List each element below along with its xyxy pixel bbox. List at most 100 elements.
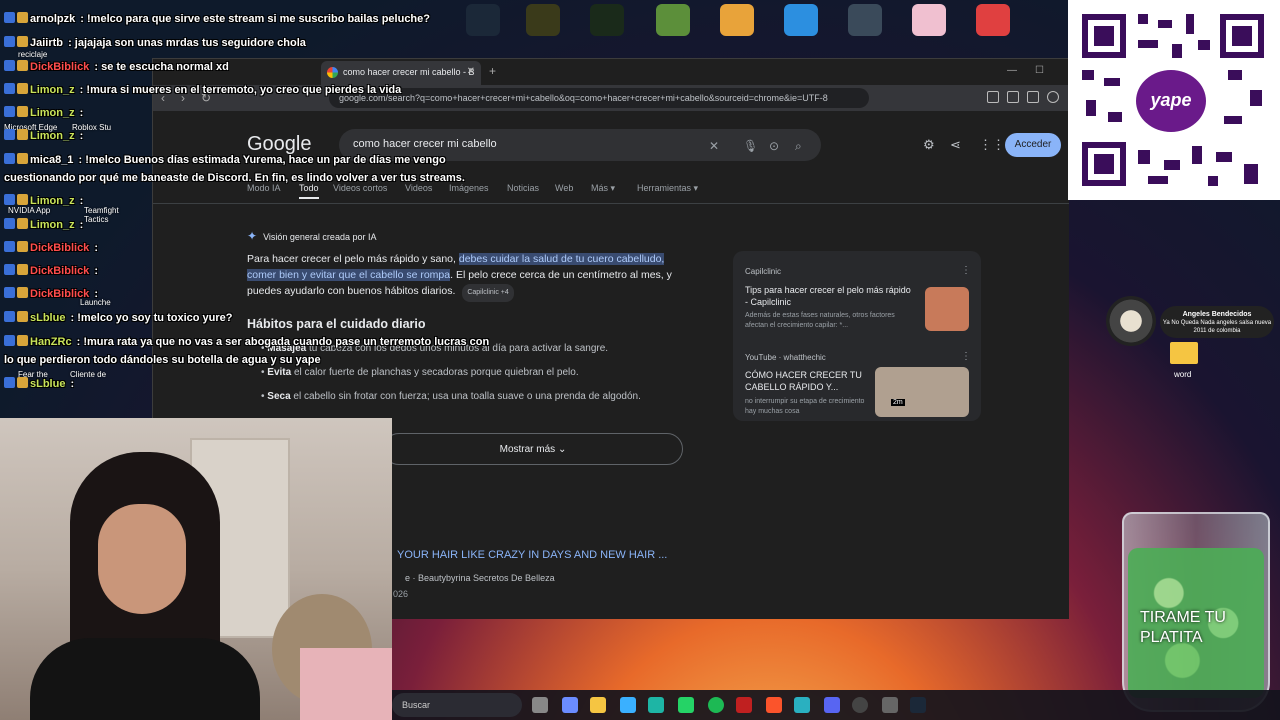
clear-icon[interactable]: ✕ [709,139,719,153]
apps-grid-icon[interactable]: ⋮⋮ [979,137,1005,153]
minimize-icon[interactable]: — [1007,65,1017,76]
minecraft-icon[interactable] [656,4,690,36]
chat-text: : se te escucha normal xd [91,61,229,73]
chat-username[interactable]: Limon_z [30,84,75,96]
chat-username[interactable]: Jaiirtb [30,37,63,49]
task-view-icon[interactable] [532,697,548,713]
folder-label[interactable]: word [1174,370,1191,379]
share-icon[interactable]: ⋖ [950,137,961,153]
chat-username[interactable]: DickBiblick [30,265,89,277]
chat-message: Limon_z : !mura si mueres en el terremot… [4,83,401,96]
sword-icon[interactable] [590,4,624,36]
video-result-link[interactable]: YOUR HAIR LIKE CRAZY IN DAYS AND NEW HAI… [397,549,667,561]
chat-badge-icon [4,311,15,322]
counter-strike-icon[interactable] [720,4,754,36]
chat-badge-icon [4,287,15,298]
copilot-icon[interactable] [562,697,578,713]
app-icon[interactable] [882,697,898,713]
maps-icon[interactable] [976,4,1010,36]
edge-icon[interactable] [648,697,664,713]
video-result-channel: e · Beautybyrina Secretos De Belleza [405,573,555,583]
osu-icon[interactable] [912,4,946,36]
video-duration: 2m [891,399,905,406]
chat-text: : [76,219,84,231]
yape-logo: yape [1136,70,1206,132]
show-more-button[interactable]: Mostrar más ⌄ [383,433,683,465]
chat-message: arnolpzk : !melco para que sirve este st… [4,12,430,25]
chat-text: : !mura rata ya que no vas a ser abogada… [73,336,490,348]
obs-icon[interactable] [852,697,868,713]
extensions-icon[interactable] [1027,91,1039,103]
f-app-icon[interactable] [784,4,818,36]
app-icon[interactable] [794,697,810,713]
more-menu-icon[interactable]: ⋮ [961,351,971,362]
video-thumbnail[interactable]: 2m [875,367,969,417]
taskbar-search[interactable]: Buscar [392,693,522,717]
chat-username[interactable]: arnolpzk [30,13,75,25]
alert-title: Angeles Bendecidos [1182,311,1252,318]
brave-icon[interactable] [766,697,782,713]
whatsapp-icon[interactable] [678,697,694,713]
alert-box: Angeles Bendecidos Ya No Queda Nada ange… [1160,306,1274,338]
source-title[interactable]: Tips para hacer crecer el pelo más rápid… [745,284,915,308]
chat-badge-icon [4,153,15,164]
chat-badge-icon [17,311,28,322]
more-menu-icon[interactable]: ⋮ [961,265,971,276]
shield-icon[interactable] [1047,91,1059,103]
wallet-icon[interactable] [1007,91,1019,103]
folder-icon[interactable] [1170,342,1198,364]
chat-username[interactable]: Limon_z [30,219,75,231]
chat-username[interactable]: sLblue [30,312,65,324]
chat-badge-icon [17,12,28,23]
chat-badge-icon [17,264,28,275]
spotify-icon[interactable] [708,697,724,713]
sign-in-button[interactable]: Acceder [1005,133,1061,157]
chat-badge-icon [17,377,28,388]
discord-icon[interactable] [824,697,840,713]
lens-icon[interactable]: ⊙ [769,139,779,153]
maximize-icon[interactable]: ☐ [1035,65,1044,76]
chat-message: lo que perdieron todo dándoles su botell… [4,354,321,366]
chat-text: : [76,130,84,142]
sidebar-icon[interactable] [987,91,999,103]
source-desc: Además de estas fases naturales, otros f… [745,312,895,329]
chat-message: cuestionando por qué me baneaste de Disc… [4,172,465,184]
chat-username[interactable]: DickBiblick [30,61,89,73]
chat-username[interactable]: DickBiblick [30,288,89,300]
chat-badge-icon [4,335,15,346]
chat-message: Limon_z : [4,218,83,231]
chat-badge-icon [17,153,28,164]
chat-username[interactable]: Limon_z [30,107,75,119]
chat-badge-icon [17,218,28,229]
chat-username[interactable]: mica8_1 [30,154,73,166]
chat-badge-icon [4,36,15,47]
mic-icon[interactable]: 🎙 [743,139,758,153]
chat-username[interactable]: sLblue [30,378,65,390]
search-icon[interactable]: ⌕ [795,139,802,154]
chat-badge-icon [17,60,28,71]
chat-text: : [76,107,84,119]
chat-message: Limon_z : [4,129,83,142]
tab-herramientas[interactable]: Herramientas ▾ [637,183,698,194]
source-site: Capilclinic [745,267,782,276]
chat-username[interactable]: Limon_z [30,195,75,207]
chat-badge-icon [4,194,15,205]
chat-text: cuestionando por qué me baneaste de Disc… [4,172,465,184]
bird-icon[interactable] [848,4,882,36]
chat-username[interactable]: DickBiblick [30,242,89,254]
settings-icon[interactable]: ⚙ [923,137,935,153]
chat-badge-icon [4,264,15,275]
steam-icon[interactable] [910,697,926,713]
show-more-label: Mostrar más [499,444,556,455]
store-icon[interactable] [620,697,636,713]
chat-badge-icon [4,241,15,252]
chat-badge-icon [4,129,15,140]
file-explorer-icon[interactable] [590,697,606,713]
chat-badge-icon [17,335,28,346]
source-title[interactable]: CÓMO HACER CRECER TU CABELLO RÁPIDO Y... [745,369,865,393]
app-icon[interactable] [736,697,752,713]
chat-username[interactable]: HanZRc [30,336,72,348]
chat-username[interactable]: Limon_z [30,130,75,142]
chat-message: mica8_1 : !melco Buenos días estimada Yu… [4,153,446,166]
tab-mas[interactable]: Más ▾ [591,183,615,194]
